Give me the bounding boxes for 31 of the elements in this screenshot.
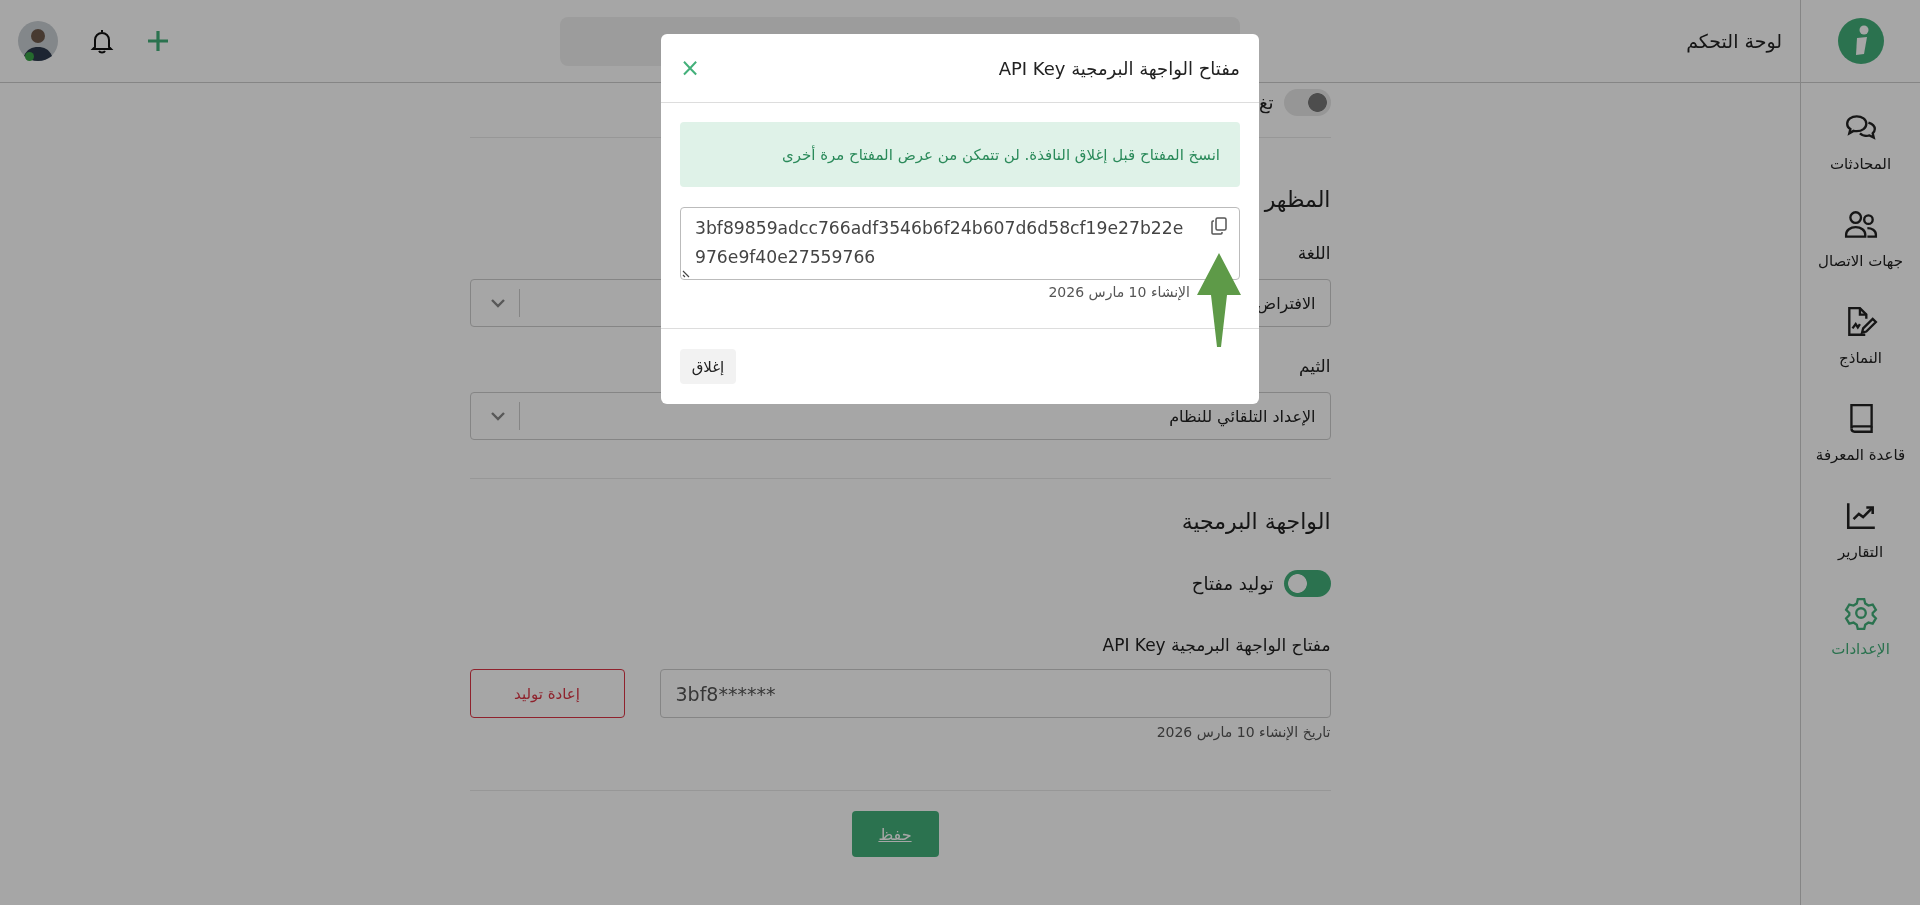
regenerate-button[interactable]: إعادة توليد [469, 669, 625, 718]
logo-icon [1836, 17, 1885, 65]
toggle-label: تغ [1258, 91, 1274, 113]
chevron-down-icon [490, 298, 505, 308]
modal-title: مفتاح الواجهة البرمجية API Key [998, 57, 1240, 79]
field-label: مفتاح الواجهة البرمجية API Key [1102, 634, 1331, 657]
sidebar-item[interactable]: جهات الاتصال [1818, 180, 1903, 277]
section-heading: الواجهة البرمجية [1181, 508, 1331, 536]
sidebar-item[interactable]: المحادثات [1829, 83, 1892, 180]
chevron-down-icon [490, 411, 505, 421]
close-button[interactable]: إغلاق [680, 349, 736, 384]
toggle-label: توليد مفتاح [1191, 572, 1274, 594]
field-label: الثيم [1299, 355, 1331, 378]
toggle-switch[interactable] [1283, 88, 1331, 116]
api-key-field[interactable]: 3bf89859adcc766adf3546b6f24b607d6d58cf19e27b22e976e9f40e27559766 [680, 207, 1240, 280]
sidebar-item[interactable]: النماذج [1839, 277, 1882, 374]
created-date: الإنشاء 10 مارس 2026 [1048, 284, 1190, 303]
sidebar-item[interactable]: التقارير [1837, 471, 1884, 568]
page-title: لوحة التحكم [1686, 30, 1782, 52]
avatar[interactable] [18, 21, 58, 61]
copy-icon[interactable] [1211, 217, 1227, 235]
bell-icon[interactable] [90, 28, 114, 54]
resize-grip-icon [682, 268, 692, 278]
toggle-switch[interactable] [1283, 569, 1331, 597]
settings-icon [1843, 596, 1878, 630]
alert-message: انسخ المفتاح قبل إغلاق النافذة. لن تتمكن من عرض المفتاح مرة أخرى [680, 122, 1240, 187]
field-label: اللغة [1297, 242, 1331, 265]
section-heading: المظهر [1264, 186, 1331, 214]
api-key-field[interactable]: 3bf8****** [659, 669, 1331, 718]
created-date: تاريخ الإنشاء 10 مارس 2026 [1156, 724, 1331, 740]
sidebar-item[interactable]: قاعدة المعرفة [1815, 374, 1906, 471]
